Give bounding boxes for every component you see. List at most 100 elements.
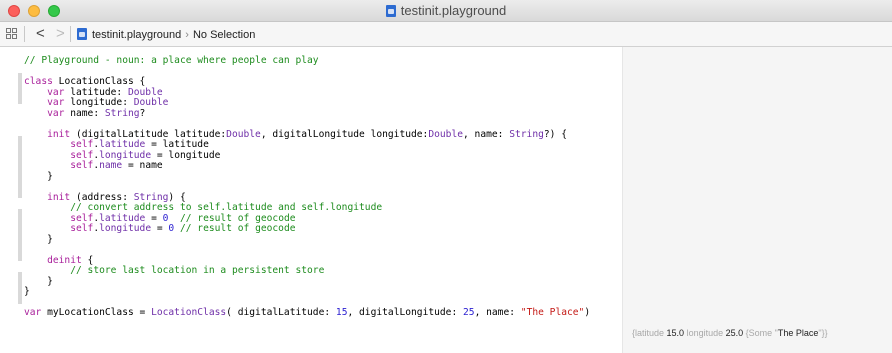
code-token: Double bbox=[133, 97, 169, 108]
code-line[interactable] bbox=[24, 245, 590, 256]
code-token: class bbox=[24, 76, 53, 87]
code-token: self bbox=[70, 160, 94, 171]
code-line[interactable]: } bbox=[24, 286, 590, 298]
code-token: } bbox=[24, 286, 30, 297]
breadcrumb-selection[interactable]: No Selection bbox=[193, 29, 255, 41]
code-token: ( digitalLatitude: bbox=[226, 307, 336, 318]
code-line[interactable]: self.name = name bbox=[24, 160, 590, 172]
window-title-text: testinit.playground bbox=[400, 3, 507, 18]
code-token: init bbox=[47, 128, 71, 140]
code-editor[interactable]: // Playground - noun: a place where peop… bbox=[0, 47, 622, 353]
code-token: var bbox=[47, 86, 65, 98]
code-token: = name bbox=[122, 160, 163, 171]
result-segment: 25.0 bbox=[725, 328, 744, 338]
result-segment: longitude bbox=[684, 328, 726, 338]
title-bar: testinit.playground bbox=[0, 0, 892, 22]
breadcrumb: testinit.playground › No Selection bbox=[77, 28, 255, 42]
code-token: } bbox=[24, 233, 53, 245]
code-token: (digitalLatitude latitude: bbox=[70, 128, 227, 140]
code-token: , digitalLongitude: bbox=[347, 307, 464, 318]
code-token: self bbox=[70, 212, 94, 224]
code-token: = longitude bbox=[151, 149, 221, 161]
code-line[interactable]: } bbox=[24, 233, 590, 246]
code-token: latitude bbox=[99, 212, 146, 224]
code-token: myLocationClass = bbox=[41, 307, 152, 318]
divider bbox=[70, 26, 71, 42]
code-line[interactable]: // store last location in a persistent s… bbox=[24, 265, 590, 277]
code-token: var bbox=[47, 107, 65, 119]
breadcrumb-chevron-icon: › bbox=[185, 29, 189, 41]
back-arrow-icon[interactable]: < bbox=[36, 25, 45, 42]
code-line[interactable]: var name: String? bbox=[24, 107, 590, 120]
code-token: ?) { bbox=[543, 128, 567, 140]
code-line[interactable]: self.longitude = 0 // result of geocode bbox=[24, 223, 590, 235]
code-token: self bbox=[70, 139, 94, 150]
code-token: LocationClass bbox=[151, 307, 227, 318]
code-token: LocationClass { bbox=[52, 76, 146, 87]
code-line[interactable]: } bbox=[24, 275, 590, 288]
code-token: ) { bbox=[168, 191, 186, 203]
code-token: (address: bbox=[70, 191, 134, 203]
code-token: String bbox=[509, 128, 544, 140]
result-value[interactable]: {latitude 15.0 longitude 25.0 {Some "The… bbox=[632, 328, 828, 339]
code-line[interactable]: var myLocationClass = LocationClass( dig… bbox=[24, 307, 590, 319]
code-token: "The Place" bbox=[520, 307, 585, 318]
code-token: = bbox=[145, 212, 163, 224]
code-token: , name: bbox=[463, 128, 510, 140]
code-token: Double bbox=[127, 86, 163, 98]
code-token: // Playground - noun: a place where peop… bbox=[24, 55, 319, 66]
gutter-marker bbox=[18, 272, 22, 304]
result-segment: 15.0 bbox=[666, 328, 685, 338]
code-text[interactable]: // Playground - noun: a place where peop… bbox=[24, 55, 590, 319]
breadcrumb-file[interactable]: testinit.playground bbox=[92, 29, 181, 41]
code-token: ? bbox=[139, 107, 146, 119]
code-token: { bbox=[81, 254, 94, 266]
code-token: String bbox=[133, 191, 169, 203]
code-token: String bbox=[104, 107, 140, 119]
code-token: init bbox=[47, 191, 71, 203]
gutter-marker bbox=[18, 136, 22, 198]
code-token: Double bbox=[428, 128, 463, 140]
jump-bar: < > testinit.playground › No Selection bbox=[0, 22, 892, 47]
code-token: longitude bbox=[99, 223, 152, 234]
code-token: } bbox=[24, 275, 53, 287]
code-token: var bbox=[24, 307, 42, 318]
gutter-marker bbox=[18, 209, 22, 261]
result-segment: {latitude bbox=[632, 328, 667, 338]
code-token: longitude bbox=[99, 149, 152, 161]
code-token: name bbox=[99, 160, 123, 171]
code-token: name: bbox=[64, 107, 105, 119]
code-line[interactable]: // Playground - noun: a place where peop… bbox=[24, 55, 590, 67]
code-token: // store last location in a persistent s… bbox=[70, 265, 325, 276]
results-sidebar: {latitude 15.0 longitude 25.0 {Some "The… bbox=[622, 47, 892, 353]
code-token: // result of geocode bbox=[179, 223, 296, 234]
result-segment: {Some " bbox=[743, 328, 778, 338]
code-line[interactable]: } bbox=[24, 170, 590, 183]
code-token: , name: bbox=[474, 307, 521, 318]
code-token: = latitude bbox=[145, 139, 209, 150]
code-token: self bbox=[70, 149, 94, 161]
forward-arrow-icon[interactable]: > bbox=[56, 25, 65, 42]
divider bbox=[24, 26, 25, 42]
code-token: Double bbox=[226, 128, 261, 140]
code-token: } bbox=[24, 170, 53, 182]
code-token: var bbox=[47, 97, 65, 108]
code-token: self bbox=[70, 223, 94, 234]
code-token: 25 bbox=[463, 307, 475, 318]
code-token: longitude: bbox=[64, 97, 134, 108]
window-title: testinit.playground bbox=[0, 4, 892, 18]
related-items-grid-icon[interactable] bbox=[6, 28, 17, 39]
code-token: latitude bbox=[99, 139, 146, 150]
